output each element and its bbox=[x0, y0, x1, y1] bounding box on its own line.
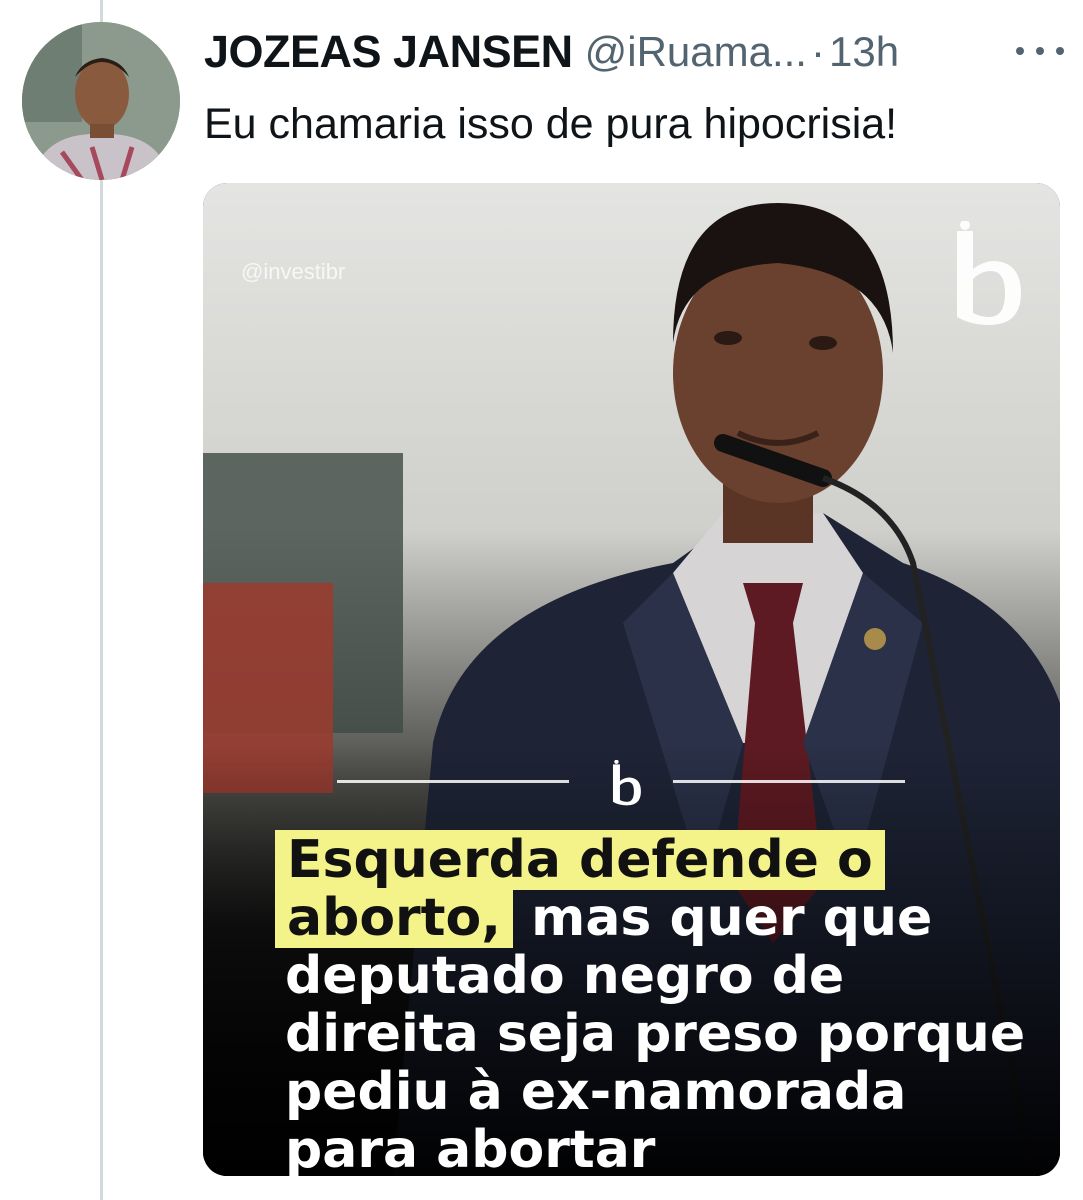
avatar[interactable] bbox=[22, 22, 180, 180]
divider-left bbox=[337, 780, 569, 783]
timestamp[interactable]: 13h bbox=[829, 28, 899, 76]
headline-line6: para abortar bbox=[285, 1120, 656, 1176]
divider-right bbox=[673, 780, 905, 783]
image-headline: Esquerda defende o aborto, mas quer que … bbox=[275, 830, 1045, 1176]
headline-line2-rest: mas quer que bbox=[513, 888, 933, 948]
headline-highlight-2: aborto, bbox=[275, 888, 514, 948]
thread-line bbox=[100, 0, 103, 1200]
tweet-text: Eu chamaria isso de pura hipocrisia! bbox=[204, 100, 898, 148]
headline-line5: pediu à ex-namorada bbox=[285, 1062, 907, 1122]
headline-line3: deputado negro de bbox=[285, 946, 845, 1006]
headline-highlight-1: Esquerda defende o bbox=[275, 830, 885, 890]
watermark-text: @investibr bbox=[241, 259, 346, 284]
brand-logo bbox=[957, 221, 1021, 325]
user-handle[interactable]: @iRuama... bbox=[585, 28, 807, 76]
more-icon[interactable] bbox=[1016, 36, 1064, 66]
mini-logo bbox=[612, 760, 641, 806]
tweet-page: JOZEAS JANSEN @iRuama... · 13h Eu chamar… bbox=[0, 0, 1083, 1200]
tweet-media-image[interactable]: @investibr Esquerda defende o aborto, ma… bbox=[203, 183, 1060, 1176]
headline-line4: direita seja preso porque bbox=[285, 1004, 1026, 1064]
display-name[interactable]: JOZEAS JANSEN bbox=[204, 26, 573, 78]
tweet-header: JOZEAS JANSEN @iRuama... · 13h bbox=[204, 25, 899, 79]
separator-dot: · bbox=[810, 28, 825, 75]
